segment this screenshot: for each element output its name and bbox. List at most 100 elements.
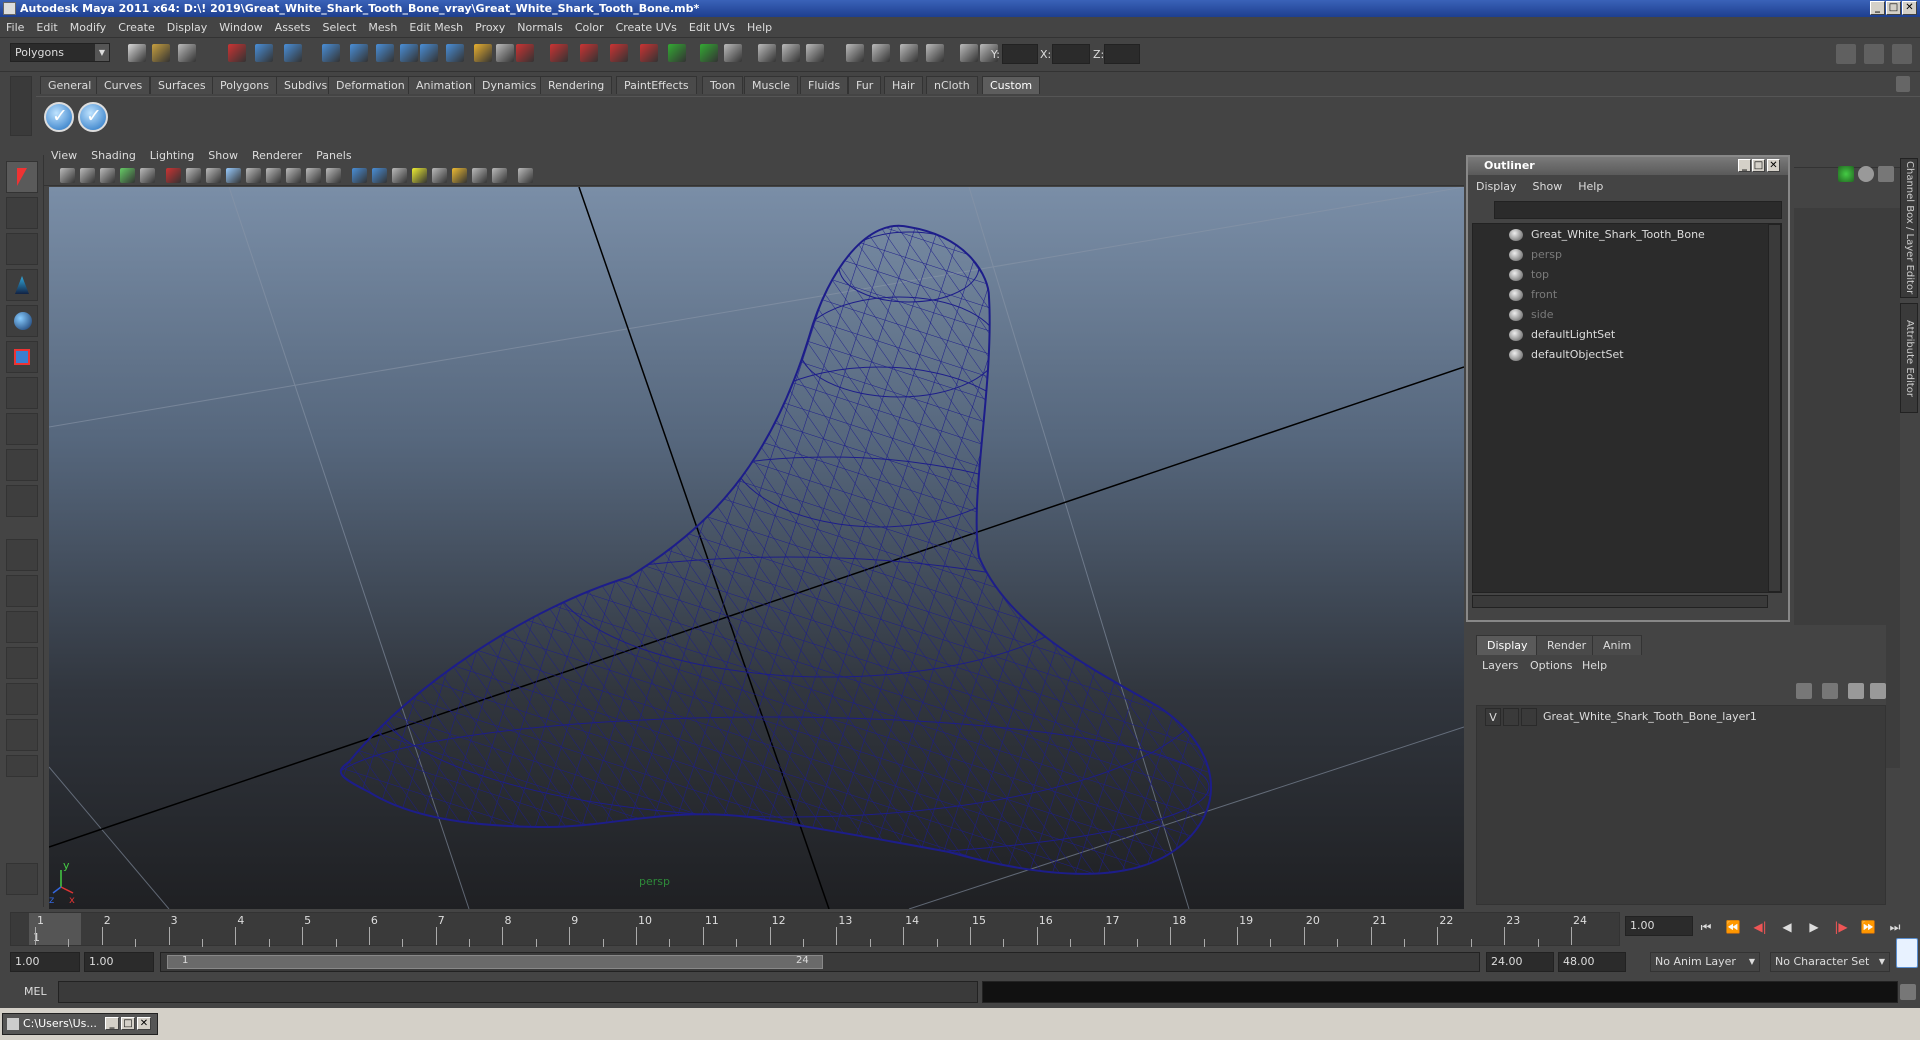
viewport-tool-icon[interactable] — [206, 168, 221, 183]
viewport-tool-icon[interactable] — [326, 168, 341, 183]
status-tool-icon[interactable] — [806, 44, 824, 62]
scale-tool-icon[interactable] — [6, 341, 38, 373]
status-tool-icon[interactable] — [668, 44, 686, 62]
viewport-tool-icon[interactable] — [352, 168, 367, 183]
viewport-tool-icon[interactable] — [80, 168, 95, 183]
shelf-tab-toon[interactable]: Toon — [702, 76, 744, 94]
maximize-button[interactable]: □ — [1886, 1, 1901, 15]
viewport-tool-icon[interactable] — [372, 168, 387, 183]
menu-file[interactable]: File — [0, 17, 30, 38]
animation-start-field[interactable]: 1.00 — [10, 952, 80, 972]
viewport-menu-show[interactable]: Show — [201, 146, 245, 166]
viewport-tool-icon[interactable] — [100, 168, 115, 183]
single-pane-layout-icon[interactable] — [6, 539, 38, 571]
status-tool-icon[interactable] — [846, 44, 864, 62]
viewport-menu-panels[interactable]: Panels — [309, 146, 358, 166]
command-input[interactable] — [58, 981, 978, 1003]
status-tool-icon[interactable] — [610, 44, 628, 62]
outliner-menu-display[interactable]: Display — [1468, 177, 1525, 197]
outliner-menu-show[interactable]: Show — [1525, 177, 1571, 197]
menu-edit-mesh[interactable]: Edit Mesh — [403, 17, 469, 38]
shelf-tab-painteffects[interactable]: PaintEffects — [616, 76, 697, 94]
viewport-tool-icon[interactable] — [226, 168, 241, 183]
menu-mesh[interactable]: Mesh — [362, 17, 403, 38]
play-backwards-icon[interactable]: ◀ — [1777, 917, 1797, 937]
shelf-tab-hair[interactable]: Hair — [884, 76, 923, 94]
viewport-menu-shading[interactable]: Shading — [84, 146, 143, 166]
outliner-horizontal-scrollbar[interactable] — [1472, 595, 1768, 608]
menu-display[interactable]: Display — [161, 17, 214, 38]
layer-name[interactable]: Great_White_Shark_Tooth_Bone_layer1 — [1543, 708, 1757, 726]
step-forward-frame-icon[interactable]: |▶ — [1831, 917, 1851, 937]
layer-tab-anim[interactable]: Anim — [1592, 635, 1643, 655]
status-tool-icon[interactable] — [446, 44, 464, 62]
shelf-tab-polygons[interactable]: Polygons — [212, 76, 277, 94]
viewport-tool-icon[interactable] — [166, 168, 181, 183]
status-tool-icon[interactable] — [420, 44, 438, 62]
go-to-start-icon[interactable]: ⏮ — [1696, 917, 1716, 937]
status-tool-icon[interactable] — [900, 44, 918, 62]
status-tool-icon[interactable] — [228, 44, 246, 62]
menu-color[interactable]: Color — [569, 17, 610, 38]
universal-manipulator-icon[interactable] — [6, 377, 38, 409]
shelf-tab-muscle[interactable]: Muscle — [744, 76, 799, 94]
status-tool-icon[interactable] — [322, 44, 340, 62]
viewport-tool-icon[interactable] — [432, 168, 447, 183]
go-to-end-icon[interactable]: ⏭ — [1885, 917, 1905, 937]
menu-assets[interactable]: Assets — [269, 17, 317, 38]
hand-tool-icon[interactable] — [6, 863, 38, 895]
layer-tab-render[interactable]: Render — [1536, 635, 1598, 655]
outliner-layout-icon[interactable] — [6, 611, 38, 643]
status-tool-icon[interactable] — [640, 44, 658, 62]
viewport-tool-icon[interactable] — [140, 168, 155, 183]
menu-edit-uvs[interactable]: Edit UVs — [683, 17, 741, 38]
z-field[interactable] — [1104, 44, 1140, 64]
current-frame-field[interactable]: 1.00 — [1625, 916, 1693, 936]
menu-proxy[interactable]: Proxy — [469, 17, 511, 38]
outliner-vertical-scrollbar[interactable] — [1768, 224, 1781, 592]
render-layout-icon[interactable] — [6, 719, 38, 751]
shelf-check-icon-1[interactable] — [44, 102, 74, 132]
viewport-tool-icon[interactable] — [306, 168, 321, 183]
viewport-tool-icon[interactable] — [186, 168, 201, 183]
shark-tooth-wireframe[interactable] — [329, 217, 1249, 897]
status-tool-icon[interactable] — [872, 44, 890, 62]
menu-set-dropdown[interactable]: Polygons ▼ — [10, 43, 110, 62]
layer-tab-display[interactable]: Display — [1476, 635, 1539, 655]
status-tool-icon[interactable] — [474, 44, 492, 62]
layer-menu-help[interactable]: Help — [1582, 659, 1607, 672]
viewport-tool-icon[interactable] — [246, 168, 261, 183]
new-layer-icon[interactable] — [1796, 683, 1812, 699]
outliner-menu-help[interactable]: Help — [1570, 177, 1611, 197]
animation-end-field[interactable]: 48.00 — [1558, 952, 1626, 972]
shelf-tab-surfaces[interactable]: Surfaces — [150, 76, 214, 94]
show-manipulator-icon[interactable] — [6, 449, 38, 481]
outliner-title-bar[interactable]: Outliner _ □ ✕ — [1468, 157, 1788, 175]
status-tool-icon[interactable] — [178, 44, 196, 62]
shelf-tab-ncloth[interactable]: nCloth — [926, 76, 978, 94]
lasso-tool-icon[interactable] — [6, 197, 38, 229]
outliner-tree[interactable]: Great_White_Shark_Tooth_Bone persp top fron… — [1472, 223, 1782, 593]
move-tool-icon[interactable] — [6, 269, 38, 301]
range-slider-track[interactable]: 1 24 — [160, 952, 1480, 972]
viewport-menu-view[interactable]: View — [44, 146, 84, 166]
playback-start-field[interactable]: 1.00 — [84, 952, 154, 972]
layer-menu-options[interactable]: Options — [1530, 659, 1572, 672]
menu-select[interactable]: Select — [316, 17, 362, 38]
menu-normals[interactable]: Normals — [511, 17, 569, 38]
status-tool-icon[interactable] — [926, 44, 944, 62]
channel-box-pick-icon[interactable] — [1878, 166, 1894, 182]
status-tool-icon[interactable] — [376, 44, 394, 62]
status-tool-icon[interactable] — [516, 44, 534, 62]
status-tool-icon[interactable] — [400, 44, 418, 62]
step-back-frame-icon[interactable]: ◀| — [1750, 917, 1770, 937]
minimize-button[interactable]: _ — [1870, 1, 1885, 15]
panel-layout-icon[interactable] — [1836, 44, 1856, 64]
viewport-menu-lighting[interactable]: Lighting — [143, 146, 201, 166]
play-forwards-icon[interactable]: ▶ — [1804, 917, 1824, 937]
layer-row[interactable]: V Great_White_Shark_Tooth_Bone_layer1 — [1477, 708, 1887, 726]
taskbar-maximize-button[interactable]: □ — [121, 1017, 135, 1030]
shelf-tab-fluids[interactable]: Fluids — [800, 76, 849, 94]
shelf-menu-handle[interactable] — [10, 76, 32, 136]
viewport-canvas[interactable]: persp y x z — [49, 187, 1464, 909]
